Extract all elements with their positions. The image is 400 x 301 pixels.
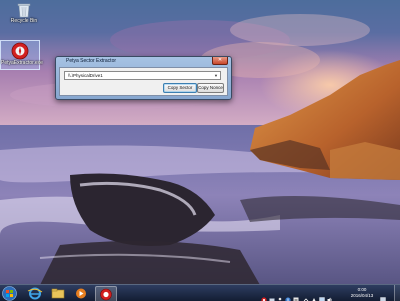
clock-date: 2016/04/13 bbox=[350, 293, 374, 298]
tray-notification-flag-icon[interactable] bbox=[380, 290, 386, 301]
tray-network-icon[interactable] bbox=[319, 290, 325, 301]
copy-nonce-button[interactable]: Copy Nonce bbox=[197, 83, 224, 93]
tray-show-hidden-icon[interactable] bbox=[303, 290, 309, 301]
taskbar-clock[interactable]: 0:00 2016/04/13 bbox=[348, 287, 376, 299]
tray-action-center-icon[interactable] bbox=[311, 290, 317, 301]
start-button[interactable] bbox=[2, 286, 17, 301]
windows-explorer-icon bbox=[51, 288, 65, 299]
recycle-bin-label: Recycle Bin bbox=[10, 18, 38, 24]
petya-app-icon bbox=[11, 42, 29, 60]
tray-user-icon[interactable] bbox=[277, 290, 283, 301]
chevron-down-icon[interactable]: ▼ bbox=[214, 72, 218, 79]
windows-logo-icon bbox=[2, 286, 17, 301]
taskbar: 0:00 2016/04/13 bbox=[0, 284, 400, 301]
taskbar-windows-explorer[interactable] bbox=[48, 286, 68, 301]
window-app-icon bbox=[59, 59, 64, 72]
desktop: Recycle Bin PetyaExtractor.exe Petya Sec… bbox=[0, 0, 400, 301]
petya-extractor-label: PetyaExtractor.exe bbox=[1, 60, 43, 66]
window-titlebar[interactable]: Petya Sector Extractor ✕ bbox=[56, 57, 231, 72]
tray-help-icon[interactable] bbox=[285, 290, 291, 301]
taskbar-internet-explorer[interactable] bbox=[25, 286, 45, 301]
drive-select-dropdown[interactable]: \\.\PhysicalDrive1 ▼ bbox=[64, 71, 221, 80]
drive-select-value: \\.\PhysicalDrive1 bbox=[68, 73, 103, 78]
media-player-icon bbox=[76, 288, 86, 299]
recycle-bin-desktop-icon[interactable]: Recycle Bin bbox=[4, 2, 44, 24]
window-title: Petya Sector Extractor bbox=[66, 58, 117, 64]
recycle-bin-icon bbox=[17, 2, 31, 18]
close-icon: ✕ bbox=[217, 57, 223, 63]
close-button[interactable]: ✕ bbox=[212, 57, 228, 65]
petya-sector-extractor-window: Petya Sector Extractor ✕ \\.\PhysicalDri… bbox=[55, 56, 232, 100]
window-client-area: \\.\PhysicalDrive1 ▼ Copy Sector Copy No… bbox=[59, 67, 228, 96]
tray-petya-icon[interactable] bbox=[261, 290, 267, 301]
tray-keyboard-icon[interactable] bbox=[269, 290, 275, 301]
petya-app-icon bbox=[100, 288, 112, 301]
internet-explorer-icon bbox=[27, 287, 43, 300]
taskbar-petya-extractor[interactable] bbox=[95, 286, 117, 301]
tray-volume-icon[interactable] bbox=[327, 290, 333, 301]
copy-sector-button[interactable]: Copy Sector bbox=[163, 83, 197, 93]
show-desktop-button[interactable] bbox=[394, 285, 400, 301]
taskbar-media-player[interactable] bbox=[71, 286, 91, 301]
tray-ime-icon[interactable] bbox=[293, 290, 299, 301]
wallpaper bbox=[0, 0, 400, 301]
petya-extractor-desktop-icon[interactable]: PetyaExtractor.exe bbox=[0, 40, 43, 70]
